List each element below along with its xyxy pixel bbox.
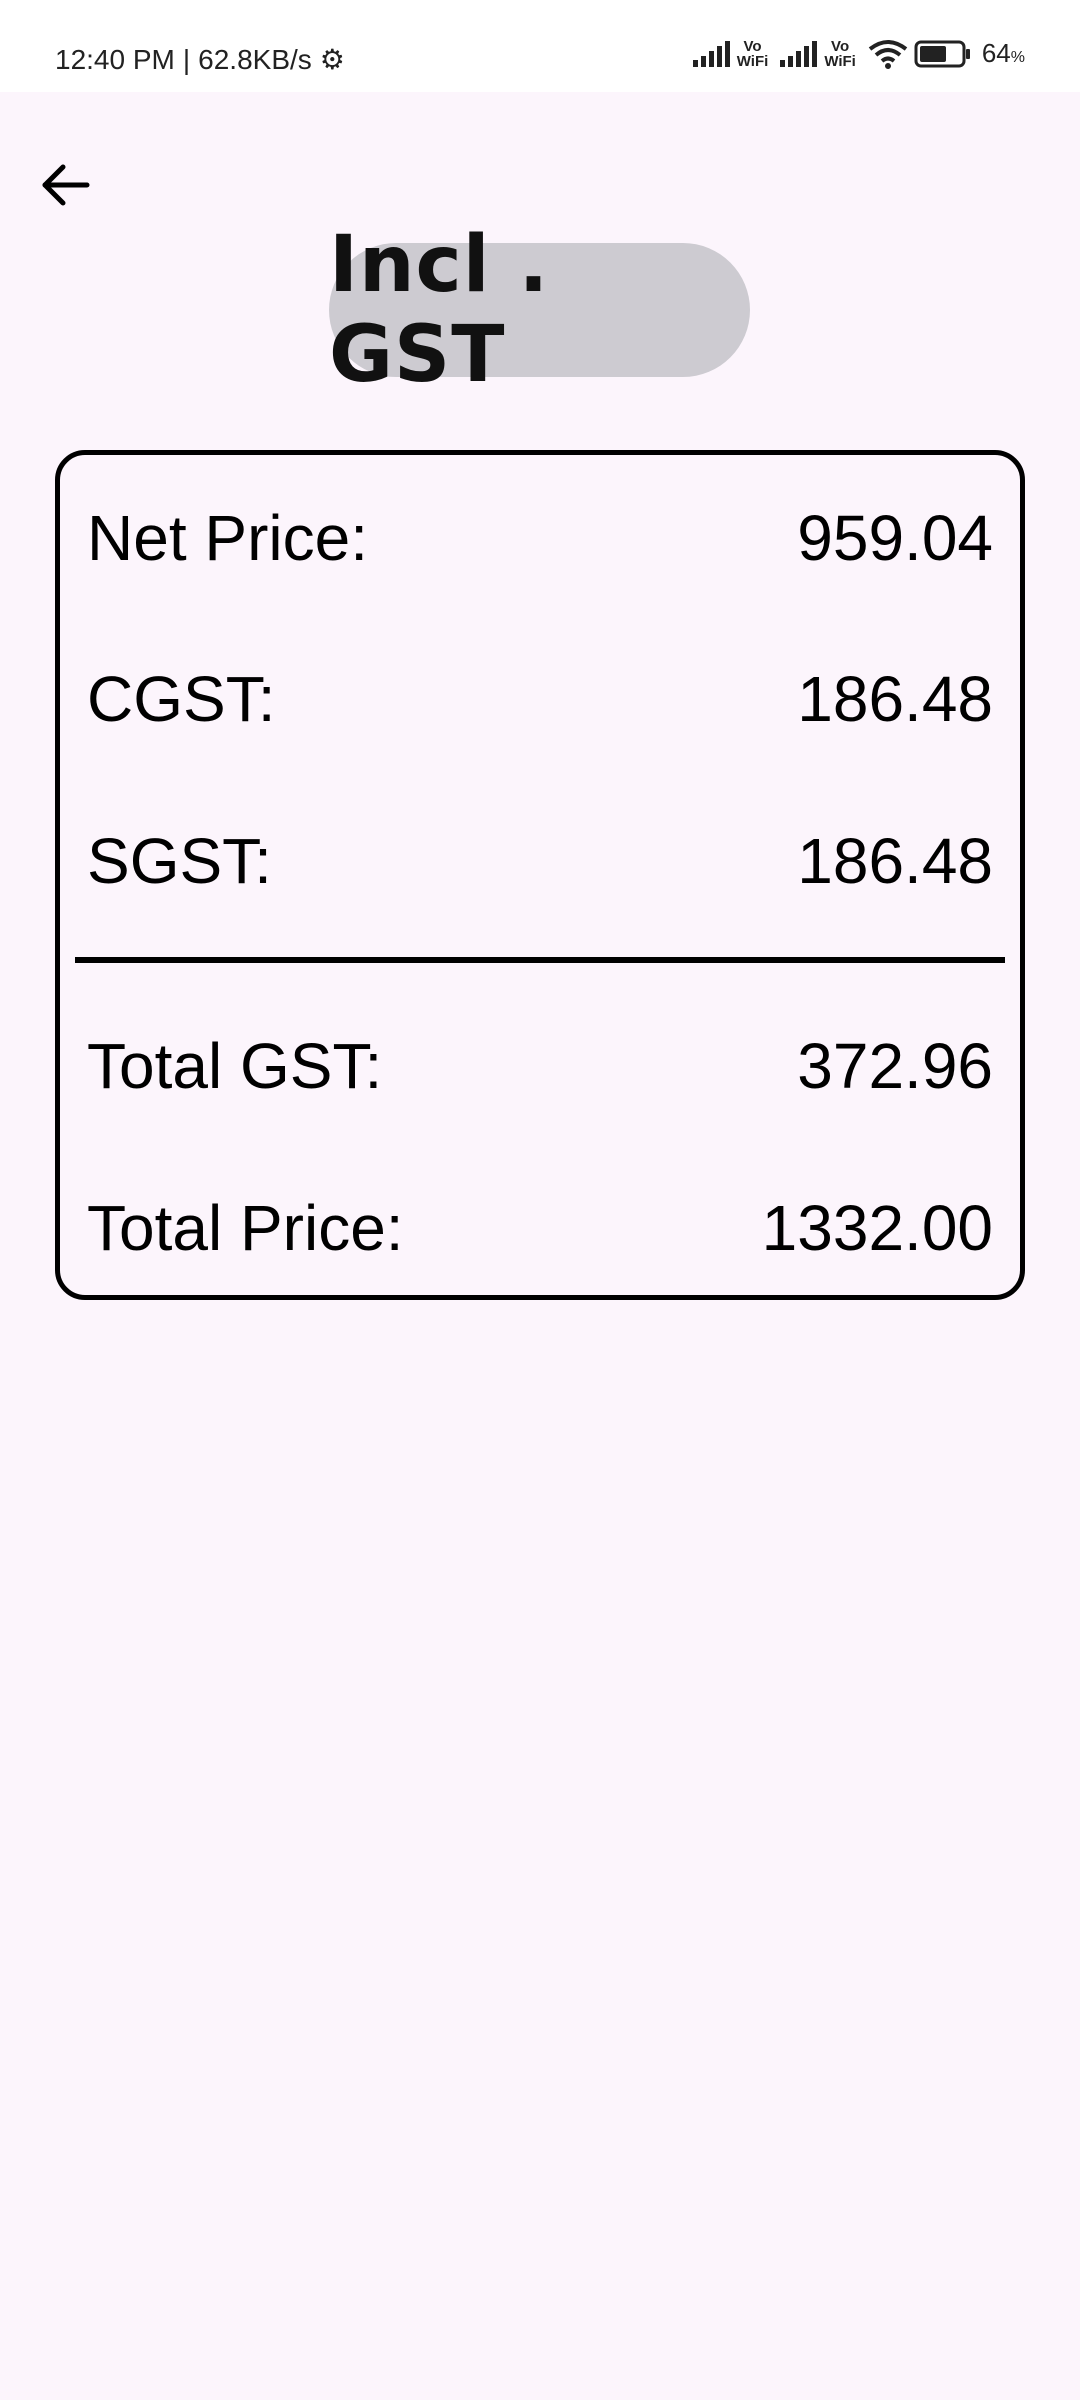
sgst-label: SGST: (87, 825, 272, 897)
battery-icon (914, 40, 970, 67)
sgst-value: 186.48 (797, 825, 993, 897)
vowifi-indicator: Vo WiFi (737, 39, 769, 69)
page-title: Incl . GST (329, 220, 550, 400)
battery-percent-value: 64 (981, 38, 1011, 68)
total-price-row: Total Price: 1332.00 (87, 1188, 993, 1268)
vowifi-bottom-text: WiFi (824, 52, 856, 70)
net-price-value: 959.04 (797, 502, 993, 574)
settings-gear-icon: ⚙ (319, 44, 345, 75)
page-title-pill: Incl . GST (329, 220, 750, 400)
sgst-row: SGST: 186.48 (87, 821, 993, 901)
net-price-row: Net Price: 959.04 (87, 498, 993, 578)
total-price-value: 1332.00 (761, 1192, 993, 1264)
status-right: Vo WiFi Vo WiFi 64% (692, 38, 1025, 69)
cgst-row: CGST: 186.48 (87, 659, 993, 739)
total-gst-label: Total GST: (87, 1030, 383, 1102)
status-left: 12:40 PM | 62.8KB/s ⚙ (55, 44, 345, 76)
battery-percent-unit: % (1010, 49, 1025, 66)
summary-divider (75, 957, 1005, 963)
signal-strength-icon (692, 40, 730, 67)
net-price-label: Net Price: (87, 502, 368, 574)
arrow-left-icon (42, 164, 90, 206)
total-gst-row: Total GST: 372.96 (87, 1026, 993, 1106)
status-time: 12:40 PM (55, 44, 175, 75)
total-gst-value: 372.96 (797, 1030, 993, 1102)
signal-strength-icon (780, 40, 818, 67)
network-speed: 62.8KB/s (198, 44, 312, 75)
vowifi-bottom-text: WiFi (736, 52, 769, 70)
wifi-icon (868, 39, 908, 69)
battery-percentage: 64% (982, 38, 1025, 69)
total-price-label: Total Price: (87, 1192, 404, 1264)
back-button[interactable] (30, 150, 100, 220)
status-separator: | (182, 44, 191, 75)
status-bar: 12:40 PM | 62.8KB/s ⚙ Vo WiFi Vo WiFi 64… (0, 0, 1080, 92)
cgst-label: CGST: (87, 663, 276, 735)
cgst-value: 186.48 (797, 663, 993, 735)
gst-summary-card: Net Price: 959.04 CGST: 186.48 SGST: 186… (55, 450, 1025, 1300)
vowifi-indicator: Vo WiFi (824, 39, 856, 69)
